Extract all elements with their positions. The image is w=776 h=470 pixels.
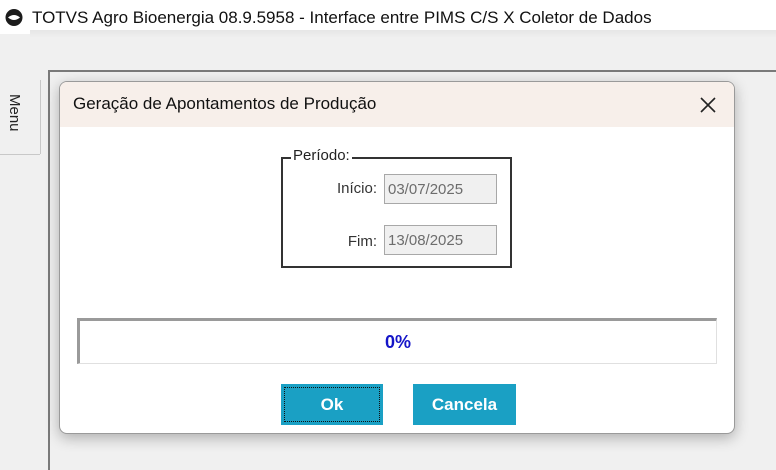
focus-rectangle: [284, 387, 380, 422]
dialog-title-bar: Geração de Apontamentos de Produção: [60, 82, 734, 127]
side-menu-label[interactable]: Menu: [6, 94, 23, 132]
totvs-logo-icon: [5, 9, 23, 26]
start-date-input[interactable]: [384, 174, 497, 204]
progress-bar: 0%: [77, 318, 717, 364]
progress-text: 0%: [384, 331, 411, 352]
app-title-bar: TOTVS Agro Bioenergia 08.9.5958 - Interf…: [0, 0, 776, 34]
end-date-label: Fim:: [347, 233, 377, 250]
dialog-title: Geração de Apontamentos de Produção: [73, 94, 377, 113]
ok-button[interactable]: Ok: [281, 384, 383, 425]
period-legend: Período:: [291, 147, 352, 164]
background-toolbar: [30, 30, 776, 38]
menu-divider: [0, 154, 40, 155]
close-icon[interactable]: [700, 97, 716, 113]
start-date-label: Início:: [336, 180, 377, 197]
production-dialog: Geração de Apontamentos de Produção Perí…: [59, 81, 735, 434]
cancel-button-label: Cancela: [431, 394, 498, 414]
close-button[interactable]: [688, 90, 728, 120]
app-title: TOTVS Agro Bioenergia 08.9.5958 - Interf…: [32, 8, 652, 27]
cancel-button[interactable]: Cancela: [413, 384, 516, 425]
end-date-input[interactable]: [384, 225, 497, 255]
